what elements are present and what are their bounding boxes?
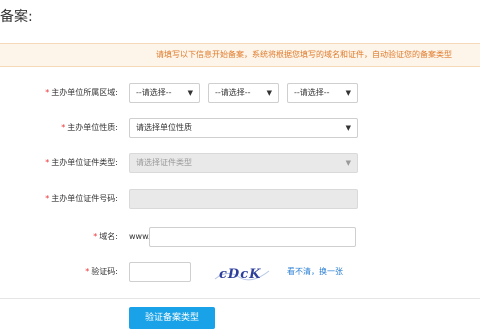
domain-prefix: www. [129,232,151,241]
region-label-text: 主办单位所属区域: [51,88,118,97]
required-mark: * [45,88,50,97]
district-select[interactable]: --请选择-- ▼ [287,83,358,103]
nature-select-value: 请选择单位性质 [136,123,192,132]
cert-number-label: * 主办单位证件号码: [28,192,118,206]
domain-input[interactable] [149,227,356,247]
cert-type-label-text: 主办单位证件类型: [51,158,118,167]
province-select[interactable]: --请选择-- ▼ [129,83,200,103]
required-mark: * [61,123,66,132]
cert-type-label: * 主办单位证件类型: [28,156,118,170]
page-title: 备案: [0,9,33,25]
nature-select[interactable]: 请选择单位性质 ▼ [129,118,358,138]
cert-number-input[interactable] [129,189,358,209]
caret-down-icon: ▼ [187,89,193,97]
captcha-refresh-link[interactable]: 看不清，换一张 [287,265,343,279]
nature-label-text: 主办单位性质: [67,123,118,132]
required-mark: * [45,158,50,167]
province-select-value: --请选择-- [136,88,172,97]
captcha-input[interactable] [129,262,191,282]
region-label: * 主办单位所属区域: [28,86,118,100]
banner-text: 请填写以下信息开始备案，系统将根据您填写的域名和证件，自动验证您的备案类型 [156,50,452,59]
required-mark: * [93,232,98,241]
district-select-value: --请选择-- [294,88,330,97]
nature-label: * 主办单位性质: [28,121,118,135]
divider [0,298,480,299]
city-select[interactable]: --请选择-- ▼ [208,83,279,103]
verify-type-button[interactable]: 验证备案类型 [129,307,215,329]
cert-type-select[interactable]: 请选择证件类型 ▼ [129,153,358,173]
captcha-label: * 验证码: [28,265,118,279]
captcha-image-text: cDcK [219,267,261,282]
cert-number-label-text: 主办单位证件号码: [51,194,118,203]
cert-type-select-placeholder: 请选择证件类型 [136,158,192,167]
caret-down-icon: ▼ [345,159,351,167]
captcha-label-text: 验证码: [91,267,118,276]
caret-down-icon: ▼ [345,89,351,97]
info-banner: 请填写以下信息开始备案，系统将根据您填写的域名和证件，自动验证您的备案类型 [0,43,480,67]
captcha-graphic: cDcK [214,267,270,282]
domain-label-text: 域名: [99,232,118,241]
domain-label: * 域名: [28,230,118,244]
required-mark: * [45,194,50,203]
caret-down-icon: ▼ [345,124,351,132]
caret-down-icon: ▼ [266,89,272,97]
city-select-value: --请选择-- [215,88,251,97]
captcha-image[interactable]: cDcK [213,261,271,285]
required-mark: * [85,267,90,276]
